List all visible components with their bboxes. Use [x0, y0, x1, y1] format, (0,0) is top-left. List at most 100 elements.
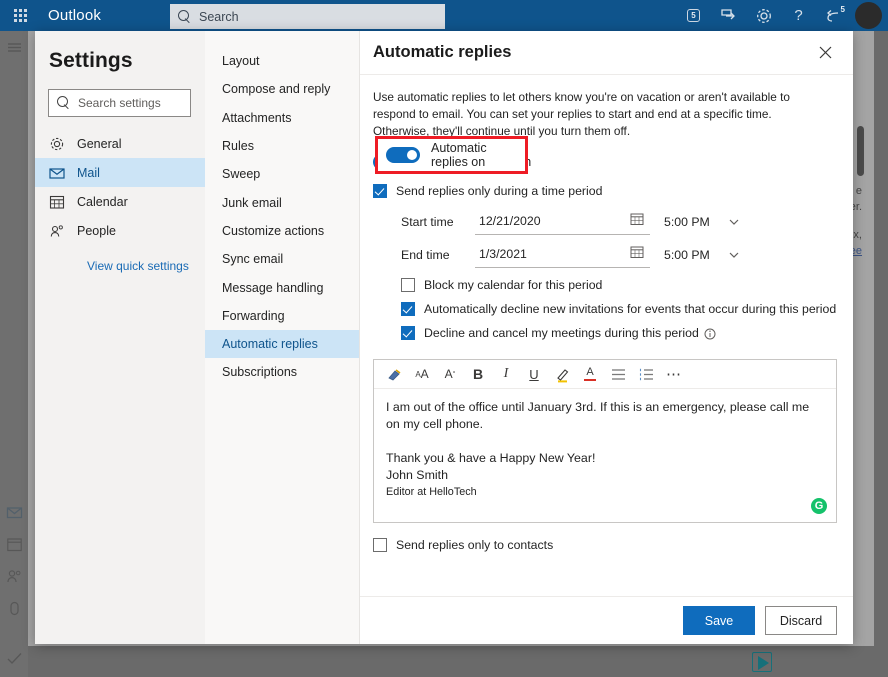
underline-icon[interactable]: U: [520, 361, 548, 387]
increase-font-size-icon[interactable]: AA: [408, 361, 436, 387]
search-input[interactable]: Search: [170, 4, 445, 29]
time-period-checkbox-row: Send replies only during a time period: [373, 183, 837, 199]
settings-search-placeholder: Search settings: [78, 96, 161, 110]
sidebar-item-people[interactable]: People: [35, 216, 205, 245]
calendar-icon[interactable]: [630, 245, 644, 264]
help-icon[interactable]: ?: [781, 0, 816, 31]
info-icon[interactable]: [704, 327, 716, 345]
send-flag-icon[interactable]: [711, 0, 746, 31]
help-glyph: ?: [794, 7, 803, 24]
sidebar-item-label: Mail: [77, 165, 100, 180]
time-period-checkbox-label: Send replies only during a time period: [396, 184, 603, 198]
italic-icon[interactable]: I: [492, 361, 520, 387]
automatic-replies-panel: Automatic replies Use automatic replies …: [360, 31, 853, 644]
close-icon[interactable]: [813, 41, 837, 65]
calendar-icon: [49, 194, 67, 210]
subnav-item-subscriptions[interactable]: Subscriptions: [205, 358, 359, 386]
panel-description: Use automatic replies to let others know…: [373, 90, 790, 138]
start-date-input[interactable]: 12/21/2020: [475, 209, 650, 235]
subnav-item-sync-email[interactable]: Sync email: [205, 245, 359, 273]
message-count-badge[interactable]: 5: [676, 0, 711, 31]
play-icon[interactable]: [758, 656, 769, 670]
view-quick-settings-link[interactable]: View quick settings: [35, 259, 205, 273]
end-time-row: End time 1/3/2021 5:00 PM: [401, 240, 837, 269]
panel-header: Automatic replies: [360, 31, 853, 75]
panel-body: Use automatic replies to let others know…: [360, 75, 853, 596]
editor-toolbar: AA A ° B I U A ⋯: [374, 360, 836, 389]
grammarly-icon[interactable]: G: [811, 498, 827, 514]
contacts-only-row: Send replies only to contacts: [373, 537, 837, 553]
contacts-only-checkbox[interactable]: [373, 538, 387, 552]
subnav-item-junk-email[interactable]: Junk email: [205, 188, 359, 216]
highlight-icon[interactable]: [548, 361, 576, 387]
reply-message-editor: AA A ° B I U A ⋯ I am out of the office …: [373, 359, 837, 523]
block-calendar-label: Block my calendar for this period: [424, 278, 603, 292]
gear-icon[interactable]: [746, 0, 781, 31]
subnav-item-attachments[interactable]: Attachments: [205, 104, 359, 132]
reply-paragraph: I am out of the office until January 3rd…: [386, 400, 810, 431]
sidebar-item-label: People: [77, 223, 116, 238]
top-navigation-bar: Outlook Search 5 ? 5: [0, 0, 888, 31]
sidebar-item-mail[interactable]: Mail: [35, 158, 205, 187]
subnav-item-compose-and-reply[interactable]: Compose and reply: [205, 75, 359, 103]
end-date-value: 1/3/2021: [479, 247, 527, 261]
calendar-icon[interactable]: [630, 212, 644, 231]
bulleted-list-icon[interactable]: [604, 361, 632, 387]
subnav-item-automatic-replies[interactable]: Automatic replies: [205, 329, 359, 359]
bold-icon[interactable]: B: [464, 361, 492, 387]
end-date-input[interactable]: 1/3/2021: [475, 242, 650, 268]
numbered-list-icon[interactable]: [632, 361, 660, 387]
decline-cancel-meetings-row: Decline and cancel my meetings during th…: [401, 325, 837, 345]
decrease-font-size-icon[interactable]: A °: [436, 361, 464, 387]
font-color-icon[interactable]: A: [576, 361, 604, 387]
settings-search-input[interactable]: Search settings: [48, 89, 191, 117]
reply-signoff: Thank you & have a Happy New Year!: [386, 451, 596, 465]
automatic-replies-toggle-row: Automatic replies on: [373, 154, 837, 170]
end-time-label: End time: [401, 247, 450, 262]
end-time-value[interactable]: 5:00 PM: [664, 248, 726, 262]
panel-footer: Save Discard: [360, 596, 853, 644]
discard-button[interactable]: Discard: [765, 606, 837, 635]
decline-invitations-checkbox[interactable]: [401, 302, 415, 316]
decline-invitations-row: Automatically decline new invitations fo…: [401, 301, 837, 317]
sidebar-item-calendar[interactable]: Calendar: [35, 187, 205, 216]
more-options-icon[interactable]: ⋯: [660, 361, 688, 387]
reply-signature-title: Editor at HelloTech: [386, 486, 477, 498]
start-time-value[interactable]: 5:00 PM: [664, 215, 726, 229]
automatic-replies-toggle[interactable]: [373, 154, 407, 170]
reply-count-value: 5: [840, 5, 845, 14]
top-bar-actions: 5 ? 5: [676, 0, 888, 31]
reply-message-body[interactable]: I am out of the office until January 3rd…: [374, 389, 836, 522]
gear-icon: [49, 136, 67, 152]
start-time-label: Start time: [401, 214, 454, 229]
decline-cancel-meetings-checkbox[interactable]: [401, 326, 415, 340]
subnav-item-sweep[interactable]: Sweep: [205, 160, 359, 188]
people-icon: [49, 223, 67, 239]
reply-signature-name: John Smith: [386, 468, 448, 482]
block-calendar-row: Block my calendar for this period: [401, 277, 837, 293]
block-calendar-checkbox[interactable]: [401, 278, 415, 292]
subnav-item-customize-actions[interactable]: Customize actions: [205, 217, 359, 245]
reply-arrow-icon[interactable]: 5: [816, 0, 851, 31]
subnav-item-rules[interactable]: Rules: [205, 132, 359, 160]
subnav-item-layout[interactable]: Layout: [205, 47, 359, 75]
save-button[interactable]: Save: [683, 606, 755, 635]
sidebar-item-general[interactable]: General: [35, 129, 205, 158]
format-painter-icon[interactable]: [380, 361, 408, 387]
sidebar-item-label: General: [77, 136, 122, 151]
time-period-checkbox[interactable]: [373, 184, 387, 198]
start-date-value: 12/21/2020: [479, 214, 541, 228]
brand-title: Outlook: [48, 7, 102, 24]
app-launcher-icon[interactable]: [0, 0, 40, 31]
chevron-down-icon[interactable]: [726, 249, 742, 261]
settings-title: Settings: [49, 49, 133, 72]
message-count-value: 5: [687, 9, 700, 22]
mail-icon: [49, 165, 67, 181]
chevron-down-icon[interactable]: [726, 216, 742, 228]
user-avatar[interactable]: [855, 2, 882, 29]
start-time-row: Start time 12/21/2020 5:00 PM: [401, 207, 837, 236]
search-icon: [178, 9, 192, 24]
subnav-item-message-handling[interactable]: Message handling: [205, 273, 359, 301]
subnav-item-forwarding[interactable]: Forwarding: [205, 302, 359, 330]
settings-subnav-column: Layout Compose and reply Attachments Rul…: [205, 31, 360, 644]
